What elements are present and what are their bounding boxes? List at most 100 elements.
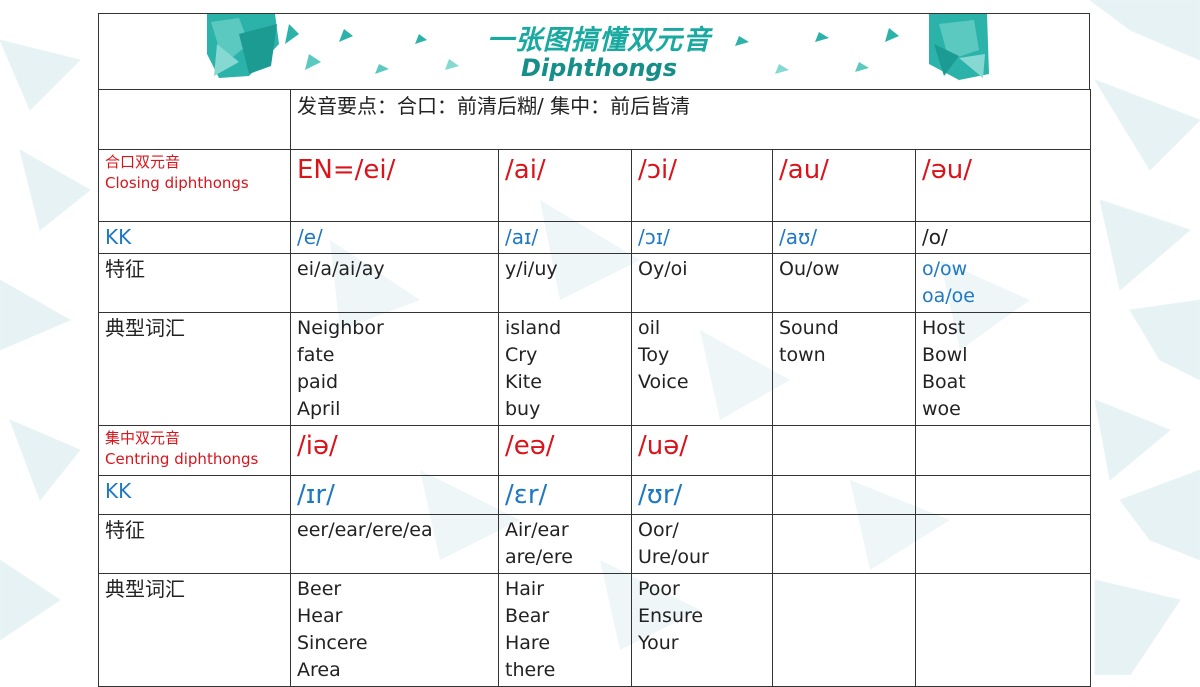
word: Your bbox=[638, 632, 679, 654]
words-cell: Host Bowl Boat woe bbox=[914, 312, 1092, 426]
word: Hair bbox=[505, 578, 545, 600]
feature-label: 特征 bbox=[98, 253, 291, 313]
word: Area bbox=[297, 659, 341, 681]
words-label: 典型词汇 bbox=[98, 573, 291, 687]
word: Cry bbox=[505, 344, 538, 366]
word: Neighbor bbox=[297, 317, 384, 339]
kk-label: KK bbox=[98, 221, 291, 254]
word: oil bbox=[638, 317, 661, 339]
feature-cell bbox=[772, 514, 916, 574]
closing-phoneme: EN=/ei/ bbox=[290, 149, 499, 222]
page-subtitle: Diphthongs bbox=[520, 54, 677, 82]
kk-value: /ʊr/ bbox=[631, 475, 773, 515]
closing-header-row: 合口双元音 Closing diphthongs EN=/ei/ /ai/ /ɔ… bbox=[98, 149, 1092, 222]
words-cell: Sound town bbox=[772, 312, 916, 426]
kk-value: /aɪ/ bbox=[498, 221, 632, 254]
words-cell: Beer Hear Sincere Area bbox=[290, 573, 499, 687]
words-label: 典型词汇 bbox=[98, 312, 291, 426]
word: town bbox=[779, 344, 826, 366]
kk-value bbox=[772, 475, 916, 515]
word: Bowl bbox=[922, 344, 968, 366]
feature-cell: eer/ear/ere/ea bbox=[290, 514, 499, 574]
kk-value: /aʊ/ bbox=[772, 221, 916, 254]
kk-value: /o/ bbox=[914, 221, 1092, 254]
feature-line: are/ere bbox=[505, 546, 573, 568]
word: Bear bbox=[505, 605, 550, 627]
word: paid bbox=[297, 371, 339, 393]
feature-line: Air/ear bbox=[505, 519, 569, 541]
words-cell: Hair Bear Hare there bbox=[498, 573, 632, 687]
centring-phoneme: /eə/ bbox=[498, 425, 632, 476]
word: there bbox=[505, 659, 556, 681]
words-cell bbox=[772, 573, 916, 687]
closing-words-row: 典型词汇 Neighbor fate paid April island Cry… bbox=[98, 312, 1092, 426]
words-cell: Neighbor fate paid April bbox=[290, 312, 499, 426]
slide: 一张图搞懂双元音 Diphthongs 发音要点：合口：前清后糊/ 集中：前后皆… bbox=[98, 13, 1092, 687]
word: Voice bbox=[638, 371, 689, 393]
centring-phoneme bbox=[772, 425, 916, 476]
closing-label-cn: 合口双元音 bbox=[105, 153, 181, 171]
closing-kk-row: KK /e/ /aɪ/ /ɔɪ/ /aʊ/ /o/ bbox=[98, 221, 1092, 254]
feature-line: ei/a/ai/ay bbox=[297, 258, 385, 280]
centring-label: 集中双元音 Centring diphthongs bbox=[98, 425, 291, 476]
feature-cell: y/i/uy bbox=[498, 253, 632, 313]
pronunciation-notes: 发音要点：合口：前清后糊/ 集中：前后皆清 bbox=[289, 89, 1092, 150]
feature-line: Ure/our bbox=[638, 546, 709, 568]
feature-line: Ou/ow bbox=[779, 258, 840, 280]
feature-cell: Oor/ Ure/our bbox=[631, 514, 773, 574]
feature-line: Oy/oi bbox=[638, 258, 688, 280]
word: island bbox=[505, 317, 562, 339]
page-title: 一张图搞懂双元音 bbox=[487, 25, 711, 56]
word: Beer bbox=[297, 578, 342, 600]
feature-line: Oor/ bbox=[638, 519, 679, 541]
word: Kite bbox=[505, 371, 542, 393]
centring-feature-row: 特征 eer/ear/ere/ea Air/ear are/ere Oor/ U… bbox=[98, 514, 1092, 574]
closing-phoneme: /ɔi/ bbox=[631, 149, 773, 222]
feature-line: eer/ear/ere/ea bbox=[297, 519, 433, 541]
closing-feature-row: 特征 ei/a/ai/ay y/i/uy Oy/oi Ou/ow o/ow oa… bbox=[98, 253, 1092, 313]
notes-row: 发音要点：合口：前清后糊/ 集中：前后皆清 bbox=[98, 89, 1092, 150]
closing-label: 合口双元音 Closing diphthongs bbox=[98, 149, 291, 222]
kk-label: KK bbox=[98, 475, 291, 515]
feature-line: y/i/uy bbox=[505, 258, 558, 280]
words-cell: Poor Ensure Your bbox=[631, 573, 773, 687]
feature-cell: o/ow oa/oe bbox=[914, 253, 1092, 313]
word: Poor bbox=[638, 578, 680, 600]
kk-value: /ɪr/ bbox=[290, 475, 499, 515]
word: Host bbox=[922, 317, 966, 339]
closing-phoneme: /au/ bbox=[772, 149, 916, 222]
kk-value: /ɛr/ bbox=[498, 475, 632, 515]
feature-cell: Air/ear are/ere bbox=[498, 514, 632, 574]
word: fate bbox=[297, 344, 335, 366]
kk-value bbox=[914, 475, 1092, 515]
words-cell bbox=[914, 573, 1092, 687]
kk-value: /e/ bbox=[290, 221, 499, 254]
word: April bbox=[297, 398, 341, 420]
closing-phoneme: /əu/ bbox=[914, 149, 1092, 222]
words-cell: island Cry Kite buy bbox=[498, 312, 632, 426]
feature-cell: ei/a/ai/ay bbox=[290, 253, 499, 313]
centring-phoneme: /uə/ bbox=[631, 425, 773, 476]
centring-label-cn: 集中双元音 bbox=[105, 429, 181, 447]
centring-header-row: 集中双元音 Centring diphthongs /iə/ /eə/ /uə/ bbox=[98, 425, 1092, 476]
feature-label: 特征 bbox=[98, 514, 291, 574]
centring-words-row: 典型词汇 Beer Hear Sincere Area Hair Bear Ha… bbox=[98, 573, 1092, 687]
word: Ensure bbox=[638, 605, 704, 627]
word: Sincere bbox=[297, 632, 368, 654]
kk-value: /ɔɪ/ bbox=[631, 221, 773, 254]
word: Hare bbox=[505, 632, 551, 654]
closing-phoneme: /ai/ bbox=[498, 149, 632, 222]
diphthong-table: 发音要点：合口：前清后糊/ 集中：前后皆清 合口双元音 Closing diph… bbox=[98, 89, 1092, 687]
feature-line: oa/oe bbox=[922, 285, 975, 307]
word: Sound bbox=[779, 317, 839, 339]
feature-cell bbox=[914, 514, 1092, 574]
closing-label-en: Closing diphthongs bbox=[105, 174, 249, 192]
word: Hear bbox=[297, 605, 343, 627]
centring-label-en: Centring diphthongs bbox=[105, 450, 259, 468]
words-cell: oil Toy Voice bbox=[631, 312, 773, 426]
word: Toy bbox=[638, 344, 670, 366]
title-banner: 一张图搞懂双元音 Diphthongs bbox=[98, 13, 1090, 90]
centring-kk-row: KK /ɪr/ /ɛr/ /ʊr/ bbox=[98, 475, 1092, 515]
word: buy bbox=[505, 398, 541, 420]
notes-empty-cell bbox=[98, 89, 291, 150]
